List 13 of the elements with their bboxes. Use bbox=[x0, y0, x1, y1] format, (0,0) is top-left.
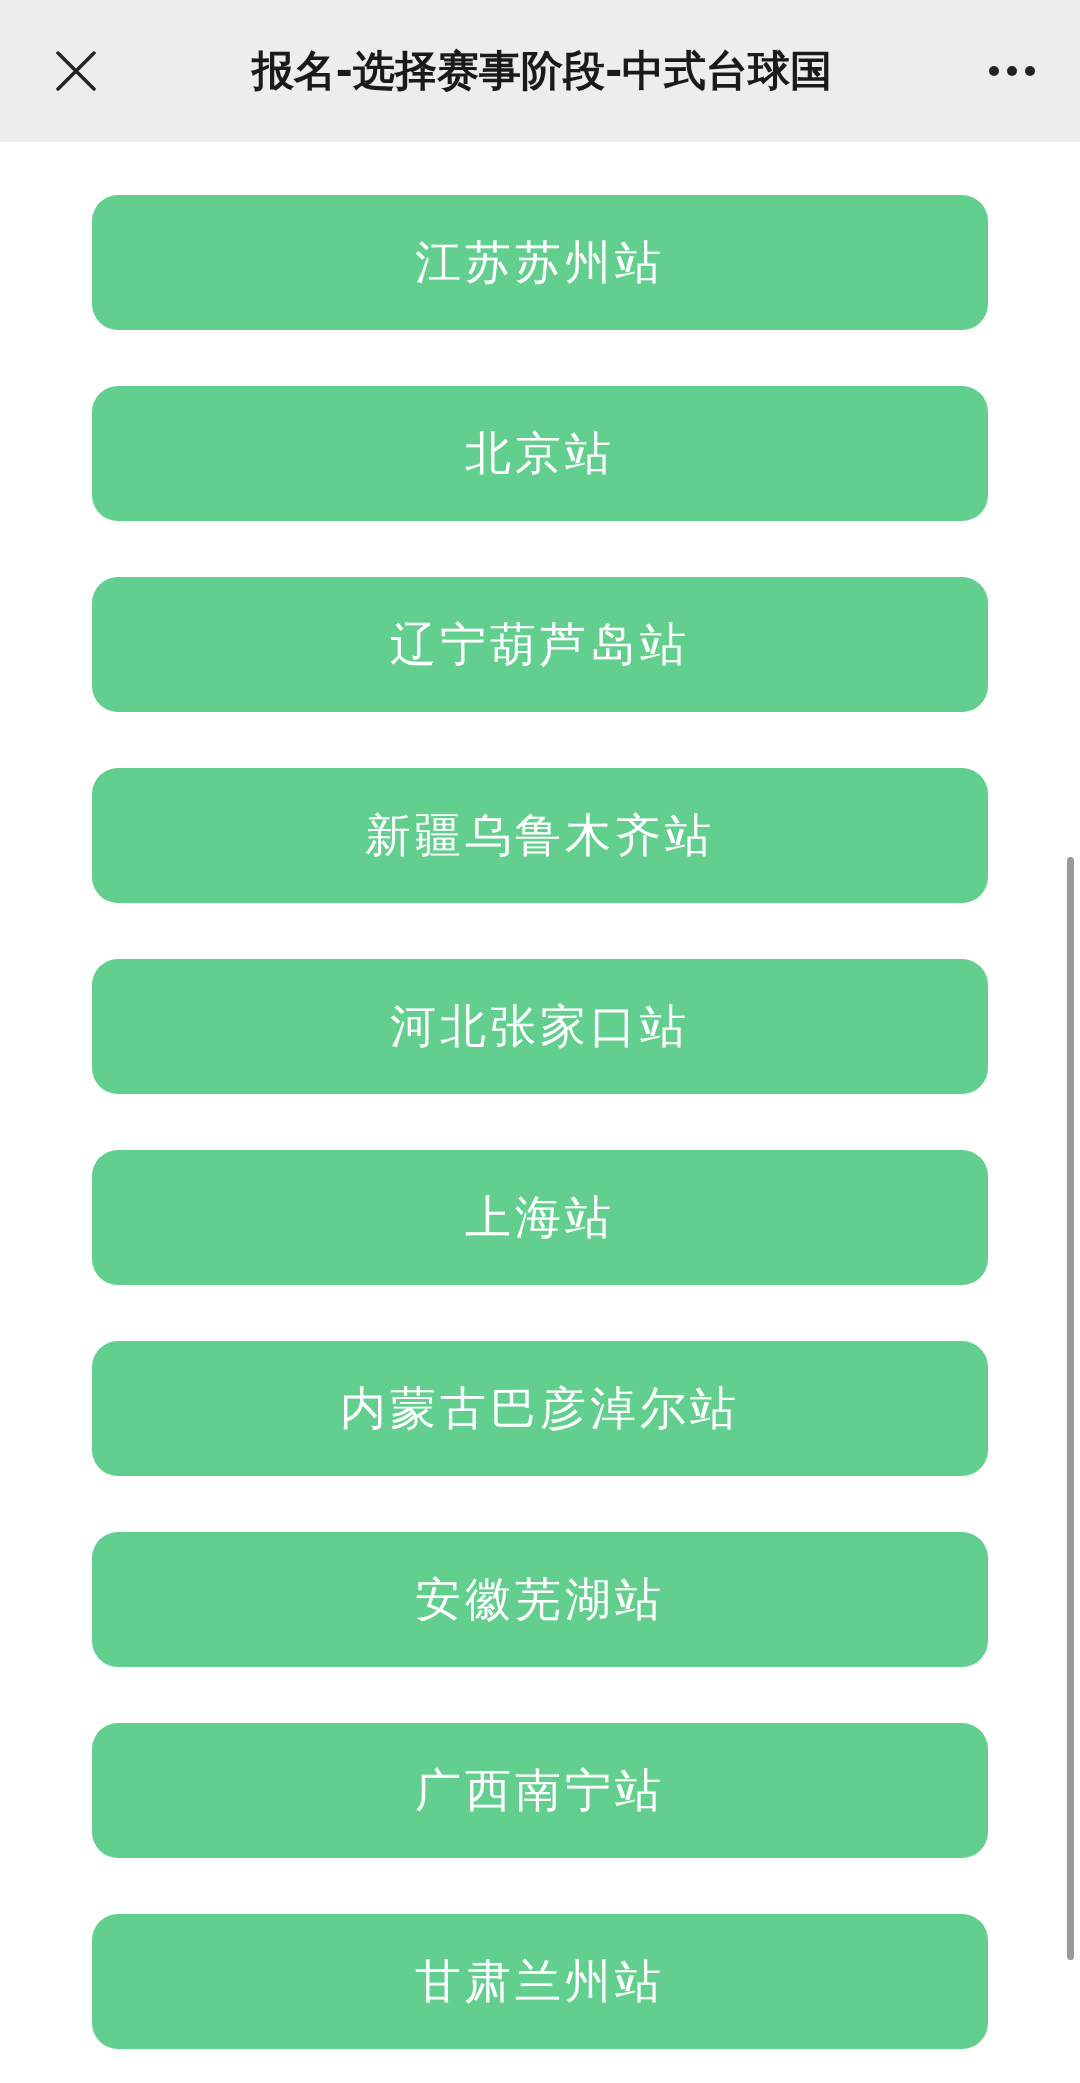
station-button[interactable]: 江苏苏州站 bbox=[92, 195, 988, 330]
station-button[interactable]: 安徽芜湖站 bbox=[92, 1532, 988, 1667]
close-icon[interactable] bbox=[56, 51, 96, 91]
station-button[interactable]: 河北张家口站 bbox=[92, 959, 988, 1094]
station-button[interactable]: 广西南宁站 bbox=[92, 1723, 988, 1858]
station-button[interactable]: 辽宁葫芦岛站 bbox=[92, 577, 988, 712]
page-title: 报名-选择赛事阶段-中式台球国 bbox=[251, 45, 833, 97]
station-button[interactable]: 内蒙古巴彦淖尔站 bbox=[92, 1341, 988, 1476]
station-button[interactable]: 甘肃兰州站 bbox=[92, 1914, 988, 2049]
more-icon[interactable] bbox=[988, 65, 1036, 77]
station-button[interactable]: 北京站 bbox=[92, 386, 988, 521]
station-button[interactable]: 上海站 bbox=[92, 1150, 988, 1285]
station-button[interactable]: 新疆乌鲁木齐站 bbox=[92, 768, 988, 903]
